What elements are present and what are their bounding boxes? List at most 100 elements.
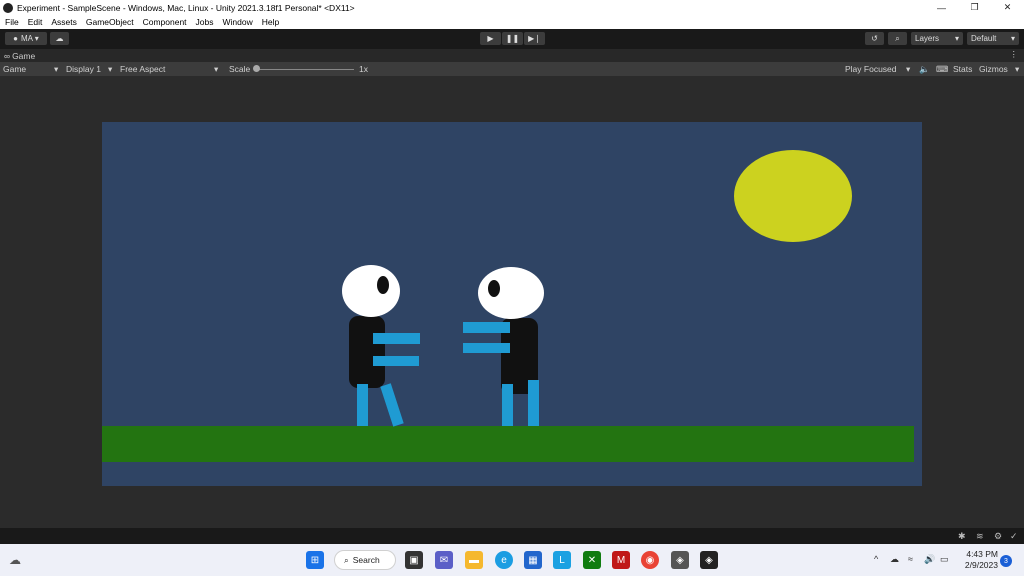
left-character-leg-front <box>380 383 404 427</box>
gizmos-button[interactable]: Gizmos <box>979 64 1008 74</box>
scale-slider-handle[interactable] <box>253 65 260 72</box>
chevron-down-icon[interactable]: ▾ <box>54 64 58 75</box>
weather-icon[interactable]: ☁ <box>6 551 24 569</box>
left-character-head <box>342 265 400 317</box>
minimize-button[interactable]: — <box>925 0 958 15</box>
cloud-button[interactable]: ☁ <box>50 32 69 45</box>
mute-audio-icon[interactable]: 🔈 <box>919 64 930 75</box>
collab-icon[interactable]: ⚙ <box>994 532 1003 541</box>
wifi-icon[interactable]: ≈ <box>908 554 913 564</box>
layers-label: Layers <box>915 34 940 43</box>
chevron-down-icon[interactable]: ▾ <box>906 64 910 75</box>
scale-label: Scale <box>229 64 251 74</box>
mcafee-icon[interactable]: M <box>612 551 630 569</box>
pause-icon: ❚❚ <box>505 34 520 43</box>
menu-help[interactable]: Help <box>262 17 279 27</box>
clock[interactable]: 4:43 PM 2/9/2023 <box>958 549 998 571</box>
ground <box>102 426 914 462</box>
right-character-head <box>478 267 544 319</box>
right-character-arm-lower <box>463 343 510 353</box>
menu-edit[interactable]: Edit <box>28 17 43 27</box>
display-dropdown[interactable]: Display 1 <box>66 64 101 74</box>
menu-window[interactable]: Window <box>223 17 253 27</box>
play-button[interactable]: ▶ <box>480 32 501 45</box>
xbox-icon[interactable]: ✕ <box>583 551 601 569</box>
right-character-leg-back <box>502 384 513 426</box>
windows-taskbar: ☁ ⊞ ⌕ Search ▣ ✉ ▬ e ▦ L ✕ M ◉ ◈ ◈ ^ ☁ ≈… <box>0 544 1024 576</box>
history-button[interactable]: ↺ <box>865 32 884 45</box>
unity-editor-icon[interactable]: ◈ <box>700 551 718 569</box>
chevron-down-icon: ▾ <box>1010 34 1015 43</box>
aspect-dropdown[interactable]: Free Aspect <box>120 64 165 74</box>
step-icon: ▶❘ <box>528 34 541 43</box>
game-viewport[interactable] <box>0 76 1024 528</box>
chevron-down-icon[interactable]: ▾ <box>108 64 112 75</box>
menu-gameobject[interactable]: GameObject <box>86 17 134 27</box>
menu-file[interactable]: File <box>5 17 19 27</box>
right-character-leg-front <box>528 380 539 426</box>
game-options-bar: Game ▾ Display 1 ▾ Free Aspect ▾ Scale 1… <box>0 62 1024 76</box>
menu-assets[interactable]: Assets <box>51 17 77 27</box>
search-icon: ⌕ <box>895 33 900 43</box>
right-character-arm-upper <box>463 322 510 333</box>
play-mode-dropdown[interactable]: Play Focused <box>845 64 897 74</box>
check-circle-icon[interactable]: ✓ <box>1010 532 1019 541</box>
scale-slider-track[interactable] <box>258 69 354 70</box>
start-icon[interactable]: ⊞ <box>306 551 324 569</box>
left-character-leg-back <box>357 384 368 426</box>
title-bar: Experiment - SampleScene - Windows, Mac,… <box>0 0 1024 15</box>
game-render[interactable] <box>102 122 922 486</box>
restore-button[interactable]: ❐ <box>958 0 991 15</box>
sun <box>734 150 852 242</box>
right-toolbar: ↺ ⌕ Layers ▾ Default ▾ <box>865 32 1019 45</box>
window-title: Experiment - SampleScene - Windows, Mac,… <box>17 2 355 13</box>
unity-hub-icon[interactable]: ◈ <box>671 551 689 569</box>
debug-icon[interactable]: ✱ <box>958 532 967 541</box>
layers-dropdown[interactable]: Layers ▾ <box>911 32 963 45</box>
account-icon: ● <box>13 34 19 43</box>
play-icon: ▶ <box>487 34 494 43</box>
menu-component[interactable]: Component <box>143 17 187 27</box>
battery-icon[interactable]: ▭ <box>940 554 949 565</box>
chevron-up-icon[interactable]: ^ <box>874 554 878 564</box>
step-button[interactable]: ▶❘ <box>524 32 545 45</box>
layout-dropdown[interactable]: Default ▾ <box>967 32 1019 45</box>
pause-button[interactable]: ❚❚ <box>502 32 523 45</box>
left-character-arm-upper <box>373 333 420 344</box>
scale-value: 1x <box>359 64 368 74</box>
chat-icon[interactable]: ✉ <box>435 551 453 569</box>
cloud-sync-icon[interactable]: ☁ <box>890 554 899 565</box>
keyboard-shortcuts-icon[interactable]: ⌨ <box>936 64 948 75</box>
menu-bar: File Edit Assets GameObject Component Jo… <box>0 15 1024 29</box>
volume-icon[interactable]: 🔊 <box>924 554 935 565</box>
stats-button[interactable]: Stats <box>953 64 972 74</box>
task-view-icon[interactable]: ▣ <box>405 551 423 569</box>
right-character-eye <box>488 280 500 297</box>
chevron-down-icon[interactable]: ▾ <box>1015 64 1019 75</box>
chevron-down-icon[interactable]: ▾ <box>214 64 218 75</box>
more-options-icon[interactable]: ⋮ <box>1010 49 1019 60</box>
gamepad-icon: ∞ <box>4 50 11 61</box>
chevron-down-icon: ▾ <box>954 34 959 43</box>
layers-stack-icon[interactable]: ≋ <box>976 532 985 541</box>
history-icon: ↺ <box>871 34 878 43</box>
file-explorer-icon[interactable]: ▬ <box>465 551 483 569</box>
tab-game[interactable]: ∞ Game <box>4 51 35 61</box>
menu-jobs[interactable]: Jobs <box>196 17 214 27</box>
search-icon: ⌕ <box>344 554 349 565</box>
clock-time: 4:43 PM <box>966 549 998 559</box>
game-tab-bar: ∞ Game ⋮ <box>0 49 1024 62</box>
store-icon[interactable]: ▦ <box>524 551 542 569</box>
account-button[interactable]: ● MA ▾ <box>5 32 47 45</box>
edge-browser-icon[interactable]: e <box>495 551 513 569</box>
view-select-label[interactable]: Game <box>3 64 26 74</box>
unity-logo-icon <box>3 2 13 13</box>
search-box[interactable]: ⌕ Search <box>334 550 396 570</box>
close-button[interactable]: ✕ <box>991 0 1024 15</box>
notification-badge[interactable]: 3 <box>1000 555 1012 567</box>
app-l-icon[interactable]: L <box>553 551 571 569</box>
chrome-icon[interactable]: ◉ <box>641 551 659 569</box>
search-button[interactable]: ⌕ <box>888 32 907 45</box>
left-character-eye <box>377 276 389 294</box>
left-character-body <box>349 316 385 388</box>
